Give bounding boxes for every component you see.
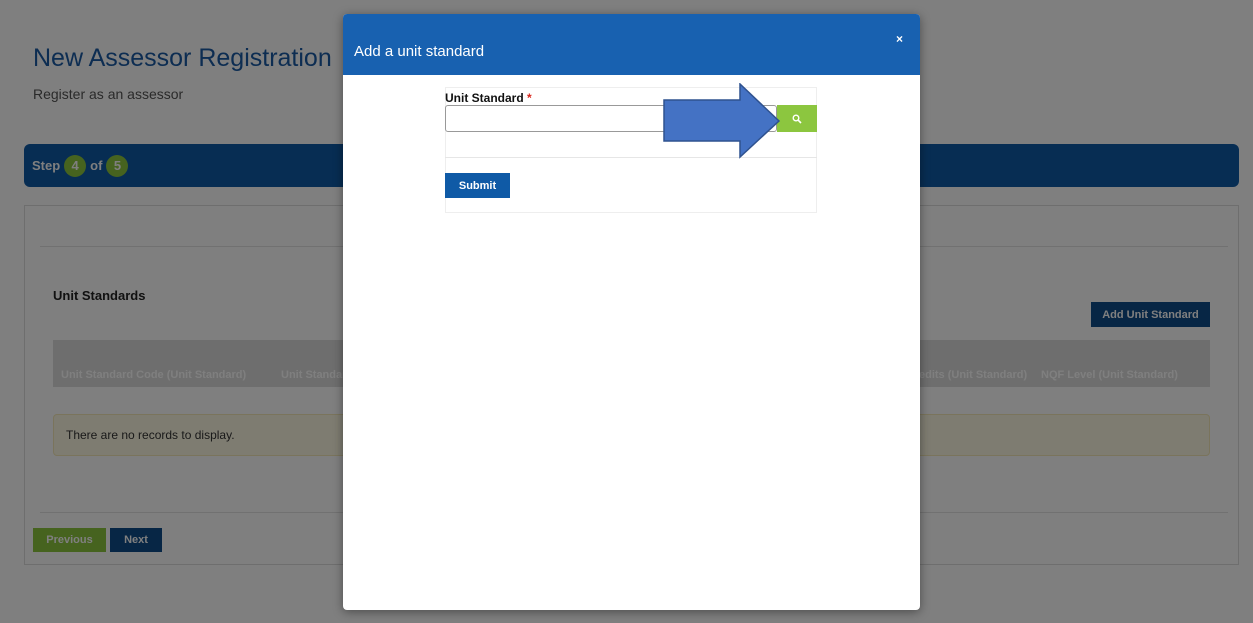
add-unit-standard-modal: Add a unit standard × Unit Standard * Su… (343, 14, 920, 610)
close-icon[interactable]: × (896, 32, 903, 46)
right-arrow-icon (663, 83, 781, 159)
modal-title: Add a unit standard (354, 43, 485, 60)
magnifier-icon (792, 114, 802, 124)
required-marker: * (527, 91, 532, 105)
unit-standard-label-text: Unit Standard (445, 91, 524, 105)
search-button[interactable] (777, 105, 817, 132)
unit-standard-label: Unit Standard * (445, 91, 532, 105)
submit-button[interactable]: Submit (445, 173, 510, 198)
modal-header: Add a unit standard × (343, 14, 920, 75)
